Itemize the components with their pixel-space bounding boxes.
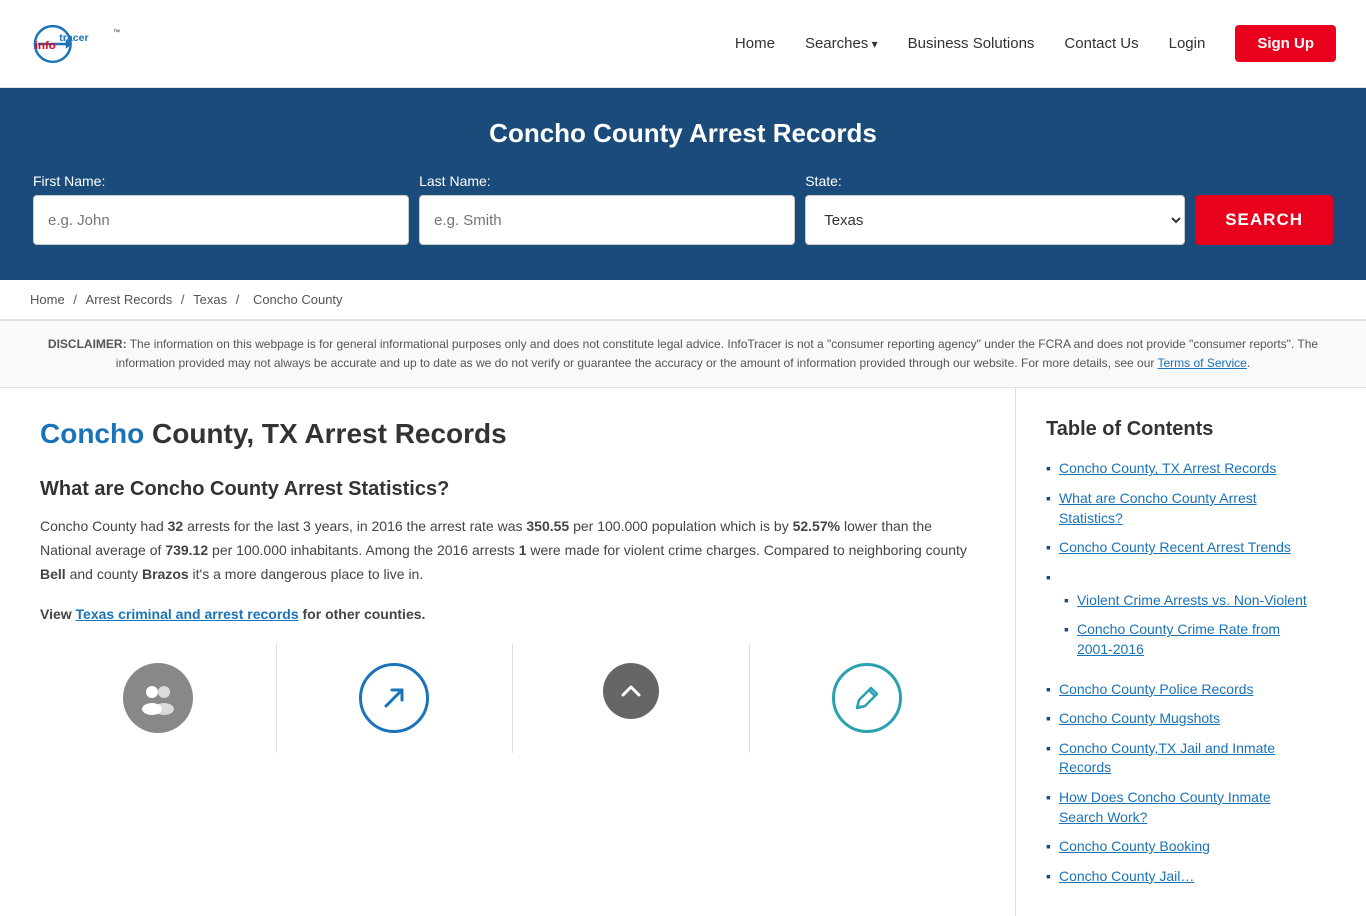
toc-link-5[interactable]: Concho County Mugshots	[1059, 709, 1220, 729]
breadcrumb-sep-3: /	[236, 292, 243, 307]
stats-heading: What are Concho County Arrest Statistics…	[40, 478, 985, 501]
nav-login[interactable]: Login	[1169, 35, 1206, 52]
breadcrumb-texas[interactable]: Texas	[193, 292, 227, 307]
heading-rest: County, TX Arrest Records	[144, 418, 507, 449]
stats-rate: 350.55	[526, 518, 569, 534]
toc-item-9: Concho County Jail…	[1046, 867, 1316, 887]
toc-subitem-2: Concho County Crime Rate from 2001-2016	[1064, 620, 1316, 659]
nav-business-solutions[interactable]: Business Solutions	[908, 35, 1035, 52]
last-name-input[interactable]	[419, 195, 795, 245]
breadcrumb-sep-2: /	[181, 292, 188, 307]
site-header: info tracer ™ Home Searches Business Sol…	[0, 0, 1366, 88]
toc-sublink-2[interactable]: Concho County Crime Rate from 2001-2016	[1077, 620, 1316, 659]
breadcrumb-sep-1: /	[73, 292, 80, 307]
stats-pre: Concho County had	[40, 518, 168, 534]
toc-item-sub-group: Violent Crime Arrests vs. Non-Violent Co…	[1046, 568, 1316, 670]
disclaimer-bar: DISCLAIMER: The information on this webp…	[0, 320, 1366, 388]
nav-contact-us[interactable]: Contact Us	[1064, 35, 1138, 52]
view-post: for other counties.	[299, 606, 426, 622]
toc-link-6[interactable]: Concho County,TX Jail and Inmate Records	[1059, 739, 1316, 778]
main-nav: Home Searches Business Solutions Contact…	[735, 25, 1336, 62]
view-line: View Texas criminal and arrest records f…	[40, 603, 985, 627]
toc-link-4[interactable]: Concho County Police Records	[1059, 680, 1254, 700]
stats-brazos: Brazos	[142, 566, 189, 582]
toc-item-6: Concho County,TX Jail and Inmate Records	[1046, 739, 1316, 778]
article: Concho County, TX Arrest Records What ar…	[30, 388, 1016, 916]
nav-home[interactable]: Home	[735, 35, 775, 52]
icon-block-scrolltop[interactable]	[513, 643, 750, 753]
nav-searches[interactable]: Searches	[805, 35, 878, 52]
scroll-top-button[interactable]	[603, 663, 659, 719]
disclaimer-period: .	[1247, 356, 1250, 370]
toc-title: Table of Contents	[1046, 418, 1316, 441]
main-content: Concho County, TX Arrest Records What ar…	[0, 388, 1366, 916]
table-of-contents: Table of Contents Concho County, TX Arre…	[1016, 388, 1336, 916]
toc-subitem-1: Violent Crime Arrests vs. Non-Violent	[1064, 591, 1316, 611]
last-name-group: Last Name:	[419, 173, 795, 245]
view-pre: View	[40, 606, 76, 622]
stats-lower: 52.57%	[793, 518, 840, 534]
stats-last: it's a more dangerous place to live in.	[189, 566, 424, 582]
breadcrumb-concho-county: Concho County	[253, 292, 343, 307]
toc-item-8: Concho County Booking	[1046, 837, 1316, 857]
toc-item-5: Concho County Mugshots	[1046, 709, 1316, 729]
page-title: Concho County Arrest Records	[20, 118, 1346, 149]
icons-row	[40, 643, 985, 753]
toc-item-4: Concho County Police Records	[1046, 680, 1316, 700]
toc-link-8[interactable]: Concho County Booking	[1059, 837, 1210, 857]
svg-text:info: info	[35, 39, 56, 51]
stats-bell: Bell	[40, 566, 66, 582]
tos-link[interactable]: Terms of Service	[1158, 356, 1247, 370]
state-select[interactable]: Texas	[805, 195, 1185, 245]
breadcrumb-arrest-records[interactable]: Arrest Records	[86, 292, 173, 307]
toc-link-3[interactable]: Concho County Recent Arrest Trends	[1059, 538, 1291, 558]
nav-signup-button[interactable]: Sign Up	[1235, 25, 1336, 62]
first-name-input[interactable]	[33, 195, 409, 245]
breadcrumb-home[interactable]: Home	[30, 292, 65, 307]
svg-text:™: ™	[113, 27, 120, 36]
toc-link-2[interactable]: What are Concho County Arrest Statistics…	[1059, 489, 1316, 528]
toc-link-9[interactable]: Concho County Jail…	[1059, 867, 1194, 887]
stats-mid1: arrests for the last 3 years, in 2016 th…	[183, 518, 526, 534]
svg-text:tracer: tracer	[59, 31, 88, 43]
toc-item-3: Concho County Recent Arrest Trends	[1046, 538, 1316, 558]
stats-end: were made for violent crime charges. Com…	[526, 542, 966, 558]
people-icon	[123, 663, 193, 733]
pencil-icon	[832, 663, 902, 733]
texas-records-link[interactable]: Texas criminal and arrest records	[76, 606, 299, 622]
toc-link-1[interactable]: Concho County, TX Arrest Records	[1059, 459, 1276, 479]
search-button[interactable]: SEARCH	[1195, 195, 1333, 245]
stats-mid5: and county	[66, 566, 142, 582]
hero-search-section: Concho County Arrest Records First Name:…	[0, 88, 1366, 280]
last-name-label: Last Name:	[419, 173, 795, 189]
icon-block-arrow	[277, 643, 514, 753]
first-name-group: First Name:	[33, 173, 409, 245]
toc-sublink-1[interactable]: Violent Crime Arrests vs. Non-Violent	[1077, 591, 1307, 611]
stats-mid2: per 100.000 population which is by	[569, 518, 792, 534]
stats-arrests: 32	[168, 518, 184, 534]
search-form: First Name: Last Name: State: Texas SEAR…	[33, 173, 1333, 245]
toc-item-7: How Does Concho County Inmate Search Wor…	[1046, 788, 1316, 827]
article-heading: Concho County, TX Arrest Records	[40, 418, 985, 450]
first-name-label: First Name:	[33, 173, 409, 189]
toc-sublist: Violent Crime Arrests vs. Non-Violent Co…	[1046, 591, 1316, 670]
state-group: State: Texas	[805, 173, 1185, 245]
disclaimer-text: The information on this webpage is for g…	[116, 337, 1318, 370]
toc-list: Concho County, TX Arrest Records What ar…	[1046, 459, 1316, 886]
stats-national: 739.12	[165, 542, 208, 558]
toc-item-2: What are Concho County Arrest Statistics…	[1046, 489, 1316, 528]
disclaimer-label: DISCLAIMER:	[48, 337, 127, 351]
toc-link-7[interactable]: How Does Concho County Inmate Search Wor…	[1059, 788, 1316, 827]
stats-mid4: per 100.000 inhabitants. Among the 2016 …	[208, 542, 519, 558]
state-label: State:	[805, 173, 1185, 189]
icon-block-people	[40, 643, 277, 753]
breadcrumb: Home / Arrest Records / Texas / Concho C…	[0, 280, 1366, 320]
logo[interactable]: info tracer ™	[30, 14, 160, 74]
toc-item-1: Concho County, TX Arrest Records	[1046, 459, 1316, 479]
heading-highlight: Concho	[40, 418, 144, 449]
stats-paragraph: Concho County had 32 arrests for the las…	[40, 515, 985, 586]
arrow-up-icon	[359, 663, 429, 733]
icon-block-pencil	[750, 643, 986, 753]
